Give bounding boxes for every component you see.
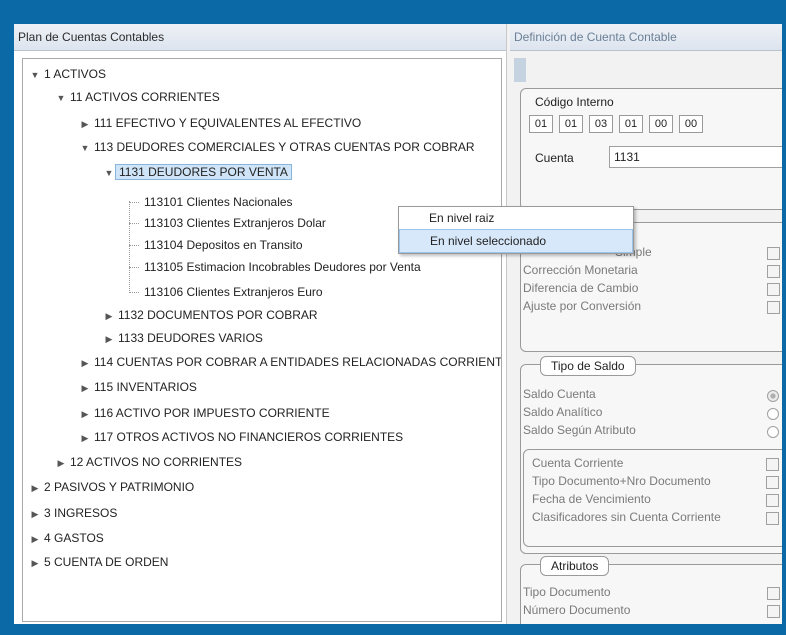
doc-type-number-label: Tipo Documento+Nro Documento — [532, 474, 711, 488]
tree-node-116[interactable]: ▶ 116 ACTIVO POR IMPUESTO CORRIENTE — [79, 403, 333, 423]
tree-node-113101[interactable]: 113101 Clientes Nacionales — [141, 192, 296, 212]
option-diferencia-checkbox[interactable] — [767, 283, 780, 296]
caret-right-icon[interactable]: ▶ — [79, 428, 91, 448]
code-segment-1[interactable]: 01 — [529, 115, 553, 133]
balance-attribute-subgroup: Cuenta Corriente Tipo Documento+Nro Docu… — [523, 449, 782, 547]
doc-type-number-checkbox[interactable] — [766, 476, 779, 489]
tree-node-113[interactable]: ▼ 113 DEUDORES COMERCIALES Y OTRAS CUENTA… — [79, 137, 478, 157]
panel-title: Plan de Cuentas Contables — [14, 24, 506, 51]
tree-node-11[interactable]: ▼ 11 ACTIVOS CORRIENTES — [55, 87, 223, 107]
caret-down-icon[interactable]: ▼ — [55, 88, 67, 108]
tree-guide-line — [129, 292, 139, 293]
caret-right-icon[interactable]: ▶ — [79, 353, 91, 373]
account-field[interactable]: 1131 — [609, 146, 782, 168]
code-segments: 01 01 03 01 00 00 — [529, 115, 709, 133]
option-ajuste-label: Ajuste por Conversión — [523, 299, 642, 313]
option-correccion-checkbox[interactable] — [767, 265, 780, 278]
option-correccion-label: Corrección Monetaria — [523, 263, 638, 277]
balance-analytic-radio[interactable] — [767, 408, 779, 420]
application-window: Plan de Cuentas Contables ▼ 1 ACTIVOS ▼ 11… — [14, 24, 782, 624]
code-segment-6[interactable]: 00 — [679, 115, 703, 133]
option-simple-checkbox[interactable] — [767, 247, 780, 260]
classifiers-label: Clasificadores sin Cuenta Corriente — [532, 510, 721, 524]
tree-node-114[interactable]: ▶ 114 CUENTAS POR COBRAR A ENTIDADES RELA… — [79, 352, 501, 373]
code-segment-5[interactable]: 00 — [649, 115, 673, 133]
caret-down-icon[interactable]: ▼ — [29, 65, 41, 85]
caret-down-icon[interactable]: ▼ — [79, 138, 91, 158]
balance-account-radio[interactable] — [767, 390, 779, 402]
due-date-checkbox[interactable] — [766, 494, 779, 507]
tree-node-113105[interactable]: 113105 Estimacion Incobrables Deudores p… — [141, 257, 424, 277]
internal-code-group: Código Interno 01 01 03 01 00 00 Cuenta 1131 — [520, 88, 782, 210]
current-account-checkbox[interactable] — [766, 458, 779, 471]
balance-type-group: Saldo Cuenta Saldo Analítico Saldo Según… — [520, 364, 782, 554]
tree-node-12[interactable]: ▶ 12 ACTIVOS NO CORRIENTES — [55, 452, 245, 472]
due-date-label: Fecha de Vencimiento — [532, 492, 651, 506]
caret-right-icon[interactable]: ▶ — [29, 529, 41, 549]
tree-guide-line — [129, 201, 130, 293]
caret-right-icon[interactable]: ▶ — [29, 504, 41, 524]
tree-node-5[interactable]: ▶ 5 CUENTA DE ORDEN — [29, 552, 171, 572]
tree-node-113106[interactable]: 113106 Clientes Extranjeros Euro — [141, 282, 326, 302]
balance-analytic-label: Saldo Analítico — [523, 405, 603, 419]
attr-doc-number-label: Número Documento — [523, 603, 631, 617]
tree-node-2[interactable]: ▶ 2 PASIVOS Y PATRIMONIO — [29, 477, 197, 497]
side-tab[interactable] — [514, 58, 526, 82]
option-ajuste-checkbox[interactable] — [767, 301, 780, 314]
caret-right-icon[interactable]: ▶ — [103, 329, 115, 349]
caret-right-icon[interactable]: ▶ — [79, 404, 91, 424]
menu-item-root-level[interactable]: En nivel raiz — [399, 207, 633, 229]
caret-right-icon[interactable]: ▶ — [55, 453, 67, 473]
code-segment-4[interactable]: 01 — [619, 115, 643, 133]
tree-guide-line — [129, 202, 139, 203]
tree-node-3[interactable]: ▶ 3 INGRESOS — [29, 503, 120, 523]
tree-node-4[interactable]: ▶ 4 GASTOS — [29, 528, 107, 548]
tree-node-113103[interactable]: 113103 Clientes Extranjeros Dolar — [141, 213, 329, 233]
tree-node-1[interactable]: ▼ 1 ACTIVOS — [29, 64, 109, 84]
tree-node-113104[interactable]: 113104 Depositos en Transito — [141, 235, 306, 255]
menu-item-selected-level[interactable]: En nivel seleccionado — [399, 229, 633, 253]
balance-account-label: Saldo Cuenta — [523, 387, 596, 401]
tree-node-1132[interactable]: ▶ 1132 DOCUMENTOS POR COBRAR — [103, 305, 321, 325]
attr-doc-number-checkbox[interactable] — [767, 605, 780, 618]
caret-down-icon[interactable]: ▼ — [103, 163, 115, 183]
caret-right-icon[interactable]: ▶ — [29, 478, 41, 498]
caret-right-icon[interactable]: ▶ — [103, 306, 115, 326]
tree-node-111[interactable]: ▶ 111 EFECTIVO Y EQUIVALENTES AL EFECTIVO — [79, 113, 364, 133]
option-diferencia-label: Diferencia de Cambio — [523, 281, 639, 295]
tree-node-115[interactable]: ▶ 115 INVENTARIOS — [79, 377, 200, 397]
account-label: Cuenta — [535, 151, 574, 165]
caret-right-icon[interactable]: ▶ — [79, 114, 91, 134]
account-definition-panel: Definición de Cuenta Contable Código Int… — [510, 24, 782, 624]
panel-title: Definición de Cuenta Contable — [510, 24, 782, 51]
attributes-title: Atributos — [540, 556, 610, 576]
context-menu: En nivel raiz En nivel seleccionado — [398, 206, 634, 254]
tree-node-117[interactable]: ▶ 117 OTROS ACTIVOS NO FINANCIEROS CORRIE… — [79, 427, 406, 447]
tree-guide-line — [129, 223, 139, 224]
code-segment-2[interactable]: 01 — [559, 115, 583, 133]
attr-doc-type-label: Tipo Documento — [523, 585, 611, 599]
classifiers-checkbox[interactable] — [766, 512, 779, 525]
attr-doc-type-checkbox[interactable] — [767, 587, 780, 600]
code-segment-3[interactable]: 03 — [589, 115, 613, 133]
balance-type-title: Tipo de Saldo — [540, 356, 636, 376]
balance-attribute-radio[interactable] — [767, 426, 779, 438]
internal-code-label: Código Interno — [535, 95, 614, 109]
caret-right-icon[interactable]: ▶ — [79, 378, 91, 398]
caret-right-icon[interactable]: ▶ — [29, 553, 41, 573]
tree-guide-line — [129, 267, 139, 268]
chart-of-accounts-panel: Plan de Cuentas Contables ▼ 1 ACTIVOS ▼ 11… — [14, 24, 507, 624]
tree-node-1131[interactable]: ▼ 1131 DEUDORES POR VENTA — [103, 162, 292, 182]
current-account-label: Cuenta Corriente — [532, 456, 624, 470]
balance-attribute-label: Saldo Según Atributo — [523, 423, 636, 437]
accounts-tree[interactable]: ▼ 1 ACTIVOS ▼ 11 ACTIVOS CORRIENTES ▶ 111 E… — [22, 58, 502, 622]
tree-guide-line — [129, 245, 139, 246]
tree-node-1133[interactable]: ▶ 1133 DEUDORES VARIOS — [103, 328, 266, 348]
